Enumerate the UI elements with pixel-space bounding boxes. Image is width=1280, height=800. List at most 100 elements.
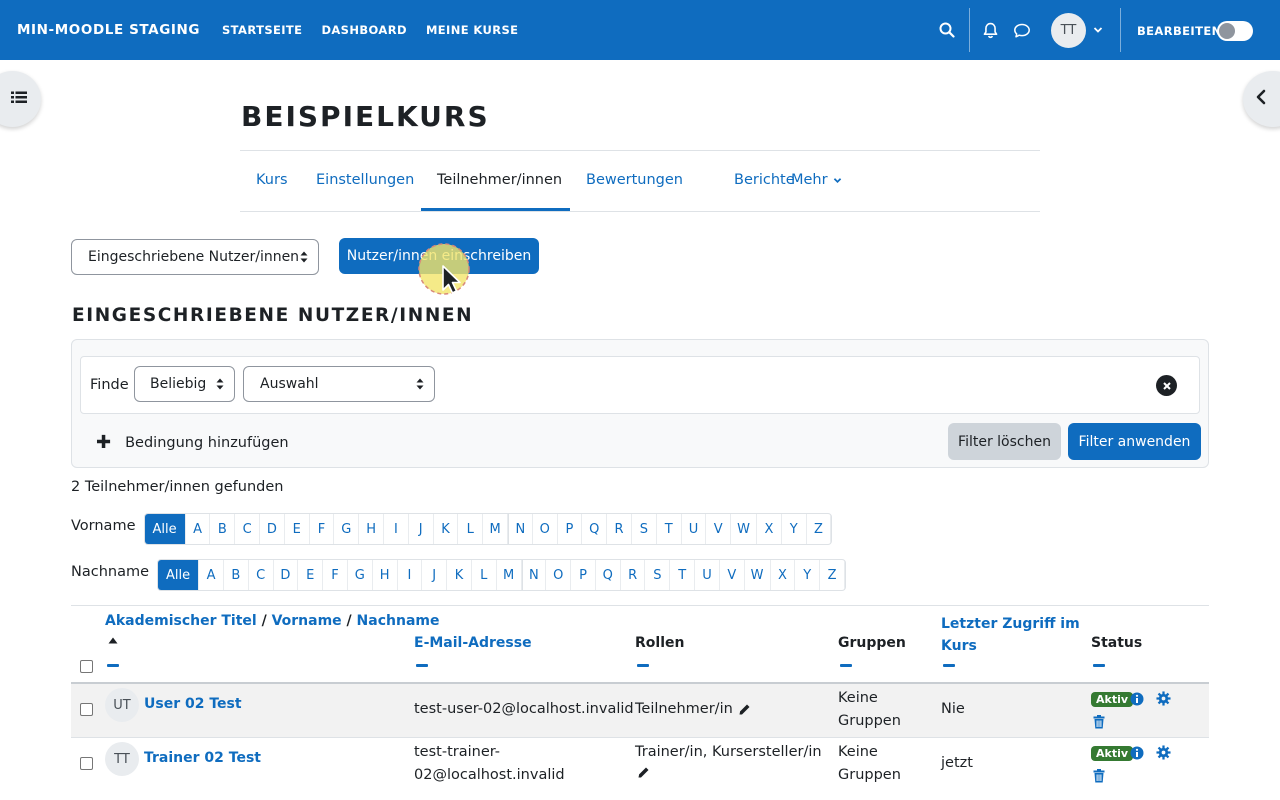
filter-match-select[interactable]: Beliebig — [134, 366, 235, 402]
site-brand[interactable]: MIN-MOODLE STAGING — [17, 22, 200, 38]
participant-name-link[interactable]: Trainer 02 Test — [144, 750, 261, 766]
firstname-initial-x[interactable]: X — [757, 514, 782, 544]
tab-berichte[interactable]: Berichte — [734, 172, 795, 188]
firstname-initial-h[interactable]: H — [359, 514, 384, 544]
sort-title-link[interactable]: Akademischer Titel — [105, 613, 257, 629]
gear-icon[interactable] — [1156, 691, 1171, 706]
sort-email-link[interactable]: E-Mail-Adresse — [414, 635, 532, 651]
collapse-lastaccess-column-icon[interactable] — [943, 664, 955, 667]
firstname-initial-all[interactable]: Alle — [144, 514, 186, 544]
gear-icon[interactable] — [1156, 745, 1171, 760]
firstname-initial-g[interactable]: G — [334, 514, 360, 544]
lastname-initial-g[interactable]: G — [348, 560, 373, 590]
row-select-checkbox[interactable] — [80, 757, 93, 770]
message-icon[interactable] — [1012, 20, 1032, 40]
tab-teilnehmer[interactable]: Teilnehmer/innen — [437, 172, 562, 188]
edit-mode-toggle[interactable] — [1217, 21, 1253, 41]
firstname-initial-m[interactable]: M — [483, 514, 508, 544]
pencil-icon[interactable] — [637, 766, 650, 779]
firstname-initial-z[interactable]: Z — [807, 514, 832, 544]
collapse-groups-column-icon[interactable] — [840, 664, 852, 667]
firstname-initial-d[interactable]: D — [260, 514, 285, 544]
lastname-initial-y[interactable]: Y — [795, 560, 821, 590]
lastname-initial-w[interactable]: W — [745, 560, 771, 590]
participant-name-link[interactable]: User 02 Test — [144, 696, 242, 712]
lastname-initial-all[interactable]: Alle — [158, 560, 200, 590]
firstname-initial-c[interactable]: C — [235, 514, 261, 544]
firstname-initial-f[interactable]: F — [310, 514, 335, 544]
remove-condition-icon[interactable] — [1156, 375, 1177, 396]
sort-lastaccess-link[interactable]: Letzter Zugriff im Kurs — [941, 616, 1080, 654]
lastname-initial-e[interactable]: E — [298, 560, 324, 590]
lastname-initial-x[interactable]: X — [771, 560, 796, 590]
lastname-initial-s[interactable]: S — [645, 560, 671, 590]
firstname-initial-q[interactable]: Q — [582, 514, 608, 544]
firstname-initial-r[interactable]: R — [607, 514, 632, 544]
chevron-down-icon[interactable] — [1088, 20, 1108, 40]
search-icon[interactable] — [937, 20, 957, 40]
lastname-initial-f[interactable]: F — [323, 560, 348, 590]
info-icon[interactable] — [1129, 745, 1144, 760]
apply-filters-button[interactable]: Filter anwenden — [1068, 423, 1201, 460]
sort-lastname-link[interactable]: Nachname — [357, 613, 440, 629]
lastname-initial-c[interactable]: C — [249, 560, 274, 590]
row-select-checkbox[interactable] — [80, 703, 93, 716]
lastname-initial-d[interactable]: D — [274, 560, 299, 590]
lastname-initial-i[interactable]: I — [398, 560, 423, 590]
lastname-initial-p[interactable]: P — [571, 560, 596, 590]
tab-bewertungen[interactable]: Bewertungen — [586, 172, 683, 188]
collapse-email-column-icon[interactable] — [416, 664, 428, 667]
lastname-initial-q[interactable]: Q — [596, 560, 621, 590]
lastname-initial-j[interactable]: J — [422, 560, 448, 590]
firstname-initial-t[interactable]: T — [657, 514, 682, 544]
collapse-status-column-icon[interactable] — [1093, 664, 1105, 667]
firstname-initial-j[interactable]: J — [409, 514, 434, 544]
clear-filters-button[interactable]: Filter löschen — [948, 423, 1061, 460]
block-drawer-toggle[interactable] — [1243, 71, 1280, 127]
trash-icon[interactable] — [1092, 768, 1105, 783]
nav-link-startseite[interactable]: STARTSEITE — [222, 23, 302, 37]
collapse-name-column-icon[interactable] — [107, 664, 119, 667]
lastname-initial-a[interactable]: A — [199, 560, 224, 590]
add-condition-button[interactable]: ✚ Bedingung hinzufügen — [96, 432, 289, 453]
firstname-initial-b[interactable]: B — [210, 514, 236, 544]
pencil-icon[interactable] — [738, 703, 751, 716]
select-all-checkbox[interactable] — [80, 660, 93, 673]
firstname-initial-a[interactable]: A — [186, 514, 211, 544]
nav-link-dashboard[interactable]: DASHBOARD — [321, 23, 407, 37]
lastname-initial-u[interactable]: U — [695, 560, 720, 590]
firstname-initial-e[interactable]: E — [285, 514, 310, 544]
firstname-initial-v[interactable]: V — [706, 514, 732, 544]
lastname-initial-m[interactable]: M — [497, 560, 522, 590]
firstname-initial-w[interactable]: W — [731, 514, 758, 544]
firstname-initial-p[interactable]: P — [558, 514, 583, 544]
lastname-initial-r[interactable]: R — [621, 560, 646, 590]
tab-mehr[interactable]: Mehr — [791, 172, 842, 188]
collapse-roles-column-icon[interactable] — [637, 664, 649, 667]
firstname-initial-l[interactable]: L — [458, 514, 484, 544]
lastname-initial-h[interactable]: H — [373, 560, 398, 590]
firstname-initial-i[interactable]: I — [384, 514, 409, 544]
lastname-initial-v[interactable]: V — [720, 560, 745, 590]
sort-firstname-link[interactable]: Vorname — [272, 613, 342, 629]
nav-link-meine-kurse[interactable]: MEINE KURSE — [426, 23, 519, 37]
participants-view-select[interactable]: Eingeschriebene Nutzer/innen — [71, 239, 319, 275]
tab-kurs[interactable]: Kurs — [256, 172, 288, 188]
lastname-initial-z[interactable]: Z — [820, 560, 845, 590]
firstname-initial-y[interactable]: Y — [782, 514, 807, 544]
firstname-initial-u[interactable]: U — [682, 514, 707, 544]
trash-icon[interactable] — [1092, 714, 1105, 729]
lastname-initial-n[interactable]: N — [521, 560, 547, 590]
firstname-initial-n[interactable]: N — [507, 514, 533, 544]
firstname-initial-k[interactable]: K — [434, 514, 459, 544]
lastname-initial-k[interactable]: K — [447, 560, 472, 590]
firstname-initial-o[interactable]: O — [533, 514, 558, 544]
lastname-initial-b[interactable]: B — [224, 560, 249, 590]
user-avatar[interactable]: TT — [1051, 13, 1086, 48]
lastname-initial-l[interactable]: L — [472, 560, 497, 590]
info-icon[interactable] — [1129, 691, 1144, 706]
course-index-toggle[interactable] — [0, 71, 41, 127]
filter-type-select[interactable]: Auswahl — [243, 366, 435, 402]
lastname-initial-t[interactable]: T — [670, 560, 696, 590]
lastname-initial-o[interactable]: O — [546, 560, 572, 590]
